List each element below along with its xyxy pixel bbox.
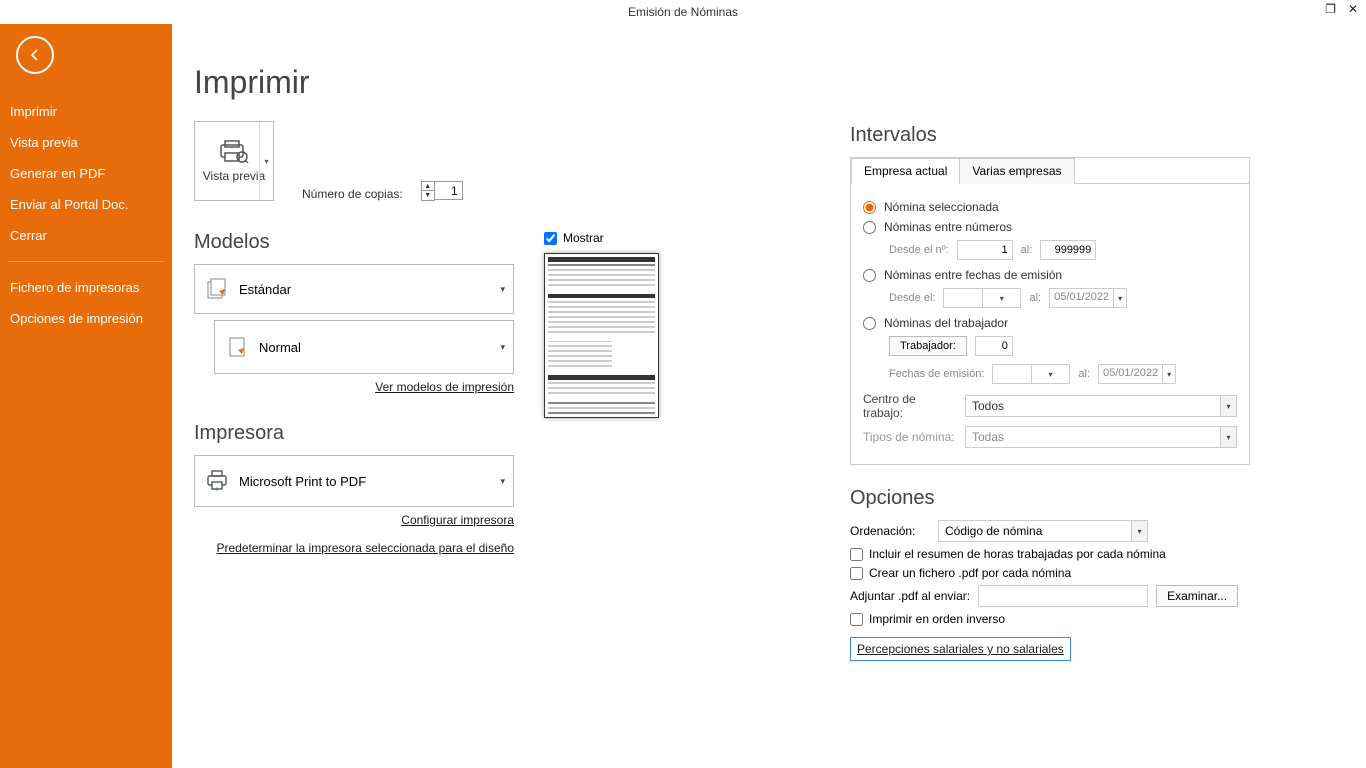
- attach-label: Adjuntar .pdf al enviar:: [850, 589, 970, 603]
- trab-desde-fecha-input[interactable]: ▾: [992, 364, 1070, 384]
- sidebar-item-fichero-impresoras[interactable]: Fichero de impresoras: [0, 272, 172, 303]
- configurar-impresora-link[interactable]: Configurar impresora: [401, 513, 514, 527]
- chk-pdf[interactable]: [850, 567, 863, 580]
- sidebar-item-cerrar[interactable]: Cerrar: [0, 220, 172, 251]
- sidebar-item-enviar-portal[interactable]: Enviar al Portal Doc.: [0, 189, 172, 220]
- hasta-num-input[interactable]: [1040, 240, 1096, 260]
- copies-label: Número de copias:: [302, 187, 403, 201]
- vista-previa-dropdown[interactable]: ▾: [259, 122, 273, 200]
- titlebar: Emisión de Nóminas ❐ ✕: [0, 0, 1366, 24]
- radio-entre-fechas[interactable]: [863, 269, 876, 282]
- mostrar-checkbox[interactable]: [544, 232, 557, 245]
- window-title: Emisión de Nóminas: [628, 5, 738, 19]
- radio-label-seleccionada: Nómina seleccionada: [884, 200, 999, 214]
- al-fecha-label: al:: [1029, 292, 1041, 304]
- chk-inverso-row[interactable]: Imprimir en orden inverso: [850, 612, 1250, 626]
- chevron-down-icon: ▾: [500, 476, 505, 487]
- percepciones-link[interactable]: Percepciones salariales y no salariales: [850, 637, 1071, 661]
- page-title: Imprimir: [194, 64, 1344, 101]
- sidebar-item-opciones-impresion[interactable]: Opciones de impresión: [0, 303, 172, 334]
- model-normal-label: Normal: [259, 340, 301, 355]
- window-maximize-icon[interactable]: ❐: [1325, 2, 1336, 16]
- template-thumbnail: [544, 253, 659, 418]
- sidebar-item-imprimir[interactable]: Imprimir: [0, 96, 172, 127]
- chk-resumen[interactable]: [850, 548, 863, 561]
- intervals-panel: Empresa actual Varias empresas Nómina se…: [850, 157, 1250, 465]
- centro-label: Centro de trabajo:: [863, 392, 957, 420]
- ver-modelos-link[interactable]: Ver modelos de impresión: [375, 380, 514, 394]
- examinar-button[interactable]: Examinar...: [1156, 585, 1238, 607]
- printer-heading: Impresora: [194, 422, 514, 445]
- fechas-emision-label: Fechas de emisión:: [889, 368, 984, 380]
- chk-resumen-row[interactable]: Incluir el resumen de horas trabajadas p…: [850, 547, 1250, 561]
- sidebar-item-vista-previa[interactable]: Vista previa: [0, 127, 172, 158]
- desde-num-label: Desde el nº:: [889, 244, 949, 256]
- document-icon: [225, 335, 249, 359]
- model-normal-select[interactable]: Normal ▾: [214, 320, 514, 374]
- predeterminar-impresora-link[interactable]: Predeterminar la impresora seleccionada …: [217, 541, 515, 555]
- radio-nomina-seleccionada[interactable]: [863, 201, 876, 214]
- al-num-label: al:: [1021, 244, 1033, 256]
- chk-pdf-label: Crear un fichero .pdf por cada nómina: [869, 566, 1071, 580]
- model-standard-select[interactable]: Estándar ▾: [194, 264, 514, 314]
- models-heading: Modelos: [194, 231, 514, 254]
- copies-input[interactable]: [435, 181, 463, 200]
- radio-label-numeros: Nóminas entre números: [884, 220, 1012, 234]
- trabajador-button[interactable]: Trabajador:: [889, 336, 967, 356]
- chk-inverso-label: Imprimir en orden inverso: [869, 612, 1005, 626]
- sidebar-item-generar-pdf[interactable]: Generar en PDF: [0, 158, 172, 189]
- vista-previa-label: Vista previa: [203, 169, 265, 183]
- chk-resumen-label: Incluir el resumen de horas trabajadas p…: [869, 547, 1166, 561]
- tab-varias-empresas[interactable]: Varias empresas: [959, 158, 1074, 184]
- printer-select[interactable]: Microsoft Print to PDF ▾: [194, 455, 514, 507]
- mostrar-checkbox-row[interactable]: Mostrar: [544, 231, 604, 245]
- centro-select[interactable]: Todos▾: [965, 395, 1237, 417]
- desde-num-input[interactable]: [957, 240, 1013, 260]
- hasta-fecha-input[interactable]: 05/01/2022▾: [1049, 288, 1127, 308]
- back-button[interactable]: [16, 36, 54, 74]
- radio-trabajador[interactable]: [863, 317, 876, 330]
- chk-inverso[interactable]: [850, 613, 863, 626]
- desde-fecha-input[interactable]: ▾: [943, 288, 1021, 308]
- chk-pdf-row[interactable]: Crear un fichero .pdf por cada nómina: [850, 566, 1250, 580]
- ordenacion-select[interactable]: Código de nómina▾: [938, 520, 1148, 542]
- chevron-down-icon: ▾: [500, 342, 505, 353]
- tipos-label: Tipos de nómina:: [863, 430, 957, 444]
- radio-label-fechas: Nóminas entre fechas de emisión: [884, 268, 1062, 282]
- tab-empresa-actual[interactable]: Empresa actual: [851, 158, 960, 184]
- intervals-heading: Intervalos: [850, 124, 1250, 147]
- desde-fecha-label: Desde el:: [889, 292, 935, 304]
- spinner-up-icon[interactable]: ▲: [422, 182, 434, 191]
- ordenacion-label: Ordenación:: [850, 524, 930, 538]
- sidebar-separator: [8, 261, 164, 262]
- attach-input[interactable]: [978, 585, 1148, 607]
- radio-label-trabajador: Nóminas del trabajador: [884, 316, 1008, 330]
- printer-icon: [205, 468, 229, 495]
- tipos-select: Todas▾: [965, 426, 1237, 448]
- vista-previa-button[interactable]: Vista previa ▾: [194, 121, 274, 201]
- trab-hasta-fecha-input[interactable]: 05/01/2022▾: [1098, 364, 1176, 384]
- radio-entre-numeros[interactable]: [863, 221, 876, 234]
- mostrar-label: Mostrar: [563, 231, 604, 245]
- document-stack-icon: [205, 277, 229, 301]
- trab-al-label: al:: [1078, 368, 1090, 380]
- copies-spinner[interactable]: ▲ ▼: [421, 181, 463, 201]
- options-heading: Opciones: [850, 487, 1250, 510]
- chevron-down-icon: ▾: [500, 284, 505, 295]
- trabajador-input[interactable]: [975, 336, 1013, 356]
- sidebar: Imprimir Vista previa Generar en PDF Env…: [0, 24, 172, 768]
- model-standard-label: Estándar: [239, 282, 291, 297]
- printer-name: Microsoft Print to PDF: [239, 474, 366, 489]
- spinner-down-icon[interactable]: ▼: [422, 191, 434, 200]
- window-close-icon[interactable]: ✕: [1348, 2, 1358, 16]
